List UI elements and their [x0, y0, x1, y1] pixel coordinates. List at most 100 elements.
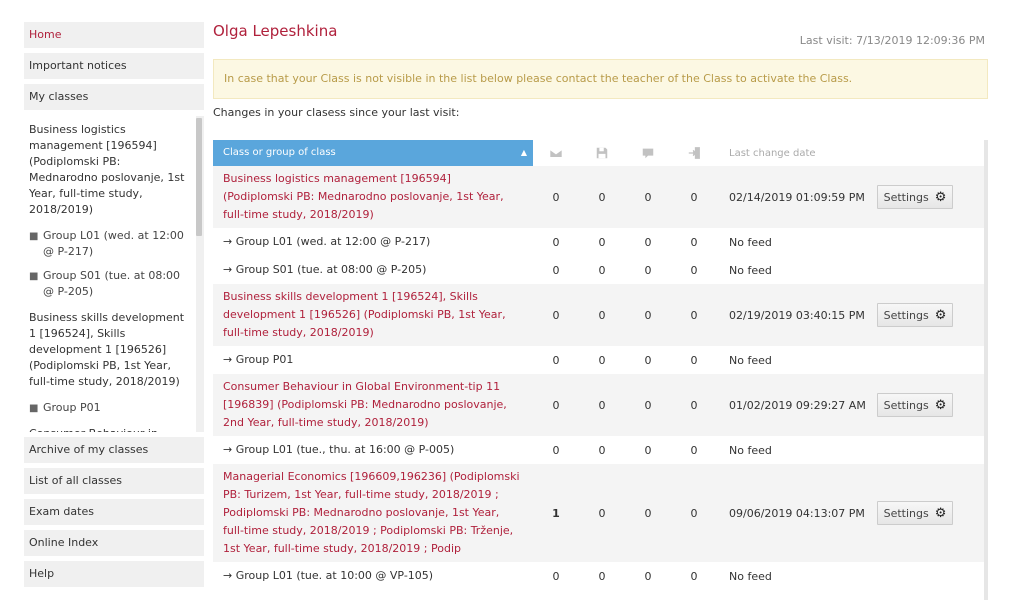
bullet-icon: ■: [29, 403, 39, 414]
grid-rows: Business logistics management [196594] (…: [213, 166, 986, 590]
bullet-icon: ■: [29, 271, 39, 282]
last-change-date: No feed: [729, 443, 772, 457]
sidebar-group-item[interactable]: ■ Group S01 (tue. at 08:00 @ P-205): [24, 264, 196, 304]
count-cell: 0: [552, 353, 560, 367]
actions-cell: Settings ⚙: [877, 303, 964, 327]
actions-cell: Settings ⚙: [877, 185, 964, 209]
sidebar-group-label: Group P01: [43, 401, 101, 414]
nav-exam-dates[interactable]: Exam dates: [24, 499, 204, 525]
settings-button[interactable]: Settings ⚙: [877, 185, 953, 209]
save-icon: [579, 146, 625, 160]
gear-icon: ⚙: [934, 189, 947, 205]
last-change-date: No feed: [729, 263, 772, 277]
group-label: → Group P01: [223, 353, 294, 366]
sidebar-scrollbar-thumb[interactable]: [196, 118, 202, 236]
count-cell: 0: [644, 569, 652, 583]
nav-important-notices[interactable]: Important notices: [24, 53, 204, 79]
count-cell: 0: [644, 190, 652, 204]
nav-list-all-classes[interactable]: List of all classes: [24, 468, 204, 494]
last-change-date: No feed: [729, 353, 772, 367]
nav-home[interactable]: Home: [24, 22, 204, 48]
settings-button[interactable]: Settings ⚙: [877, 303, 953, 327]
last-change-date: No feed: [729, 569, 772, 583]
settings-button[interactable]: Settings ⚙: [877, 393, 953, 417]
count-cell: 0: [690, 506, 698, 520]
count-cell: 0: [552, 569, 560, 583]
settings-button[interactable]: Settings ⚙: [877, 501, 953, 525]
count-cell: 0: [598, 398, 606, 412]
settings-label: Settings: [883, 190, 929, 204]
class-link[interactable]: Business skills development 1 [196524], …: [213, 284, 533, 346]
group-label: → Group L01 (wed. at 12:00 @ P-217): [223, 235, 431, 248]
nav-my-classes[interactable]: My classes: [24, 84, 204, 110]
count-cell: 0: [644, 263, 652, 277]
sidebar-class-item[interactable]: Business skills development 1 [196524], …: [24, 304, 196, 396]
nav-help[interactable]: Help: [24, 561, 204, 587]
group-row: → Group L01 (tue. at 10:00 @ VP-105) 0 0 0 0…: [213, 562, 986, 590]
sidebar-bottom-nav: Archive of my classes List of all classe…: [24, 437, 204, 592]
grid-header: Class or group of class ▲ Last change da…: [213, 140, 986, 166]
count-cell: 0: [552, 235, 560, 249]
group-label: → Group S01 (tue. at 08:00 @ P-205): [223, 263, 427, 276]
sidebar-group-label: Group L01 (wed. at 12:00 @ P-217): [43, 229, 184, 258]
count-cell: 0: [552, 263, 560, 277]
class-row: Business logistics management [196594] (…: [213, 166, 986, 228]
count-cell: 0: [598, 235, 606, 249]
settings-label: Settings: [883, 506, 929, 520]
sidebar-group-item[interactable]: ■ Group L01 (wed. at 12:00 @ P-217): [24, 224, 196, 264]
actions-cell: Settings ⚙: [877, 501, 964, 525]
last-visit: Last visit: 7/13/2019 12:09:36 PM: [799, 34, 985, 47]
count-cell: 0: [598, 190, 606, 204]
col-header-class-label: Class or group of class: [223, 147, 336, 158]
count-cell: 0: [644, 506, 652, 520]
class-link[interactable]: Business logistics management [196594] (…: [213, 166, 533, 228]
nav-online-index[interactable]: Online Index: [24, 530, 204, 556]
count-cell: 0: [598, 308, 606, 322]
count-cell: 0: [552, 443, 560, 457]
count-cell: 0: [598, 506, 606, 520]
envelope-icon: [533, 146, 579, 160]
last-change-date: No feed: [729, 235, 772, 249]
count-cell: 0: [598, 569, 606, 583]
last-change-date: 09/06/2019 04:13:07 PM: [729, 506, 865, 520]
group-row: → Group S01 (tue. at 08:00 @ P-205) 0 0 0 0 N…: [213, 256, 986, 284]
group-label: → Group L01 (tue., thu. at 16:00 @ P-005…: [223, 443, 455, 456]
gear-icon: ⚙: [934, 397, 947, 413]
count-cell: 0: [690, 353, 698, 367]
grid-scrollbar[interactable]: [984, 140, 988, 600]
count-cell: 0: [690, 398, 698, 412]
settings-label: Settings: [883, 308, 929, 322]
last-change-date: 02/14/2019 01:09:59 PM: [729, 190, 865, 204]
col-header-date: Last change date: [729, 147, 816, 159]
class-row: Business skills development 1 [196524], …: [213, 284, 986, 346]
count-cell: 0: [598, 353, 606, 367]
count-cell: 0: [690, 569, 698, 583]
count-cell: 0: [552, 398, 560, 412]
sidebar-group-item[interactable]: ■ Group P01: [24, 396, 196, 420]
nav-archive[interactable]: Archive of my classes: [24, 437, 204, 463]
count-cell: 0: [552, 190, 560, 204]
count-cell: 0: [644, 443, 652, 457]
class-link[interactable]: Managerial Economics [196609,196236] (Po…: [213, 464, 533, 562]
sidebar: Home Important notices My classes: [24, 22, 204, 115]
count-cell: 0: [690, 190, 698, 204]
sign-in-icon: [671, 146, 717, 160]
sidebar-class-item[interactable]: Consumer Behaviour in Global Environment…: [24, 420, 196, 432]
settings-label: Settings: [883, 398, 929, 412]
my-classes-list[interactable]: Business logistics management [196594] (…: [24, 116, 204, 432]
gear-icon: ⚙: [934, 307, 947, 323]
sidebar-class-item[interactable]: Business logistics management [196594] (…: [24, 116, 196, 224]
count-cell: 0: [644, 353, 652, 367]
changes-label: Changes in your clasess since your last …: [213, 106, 460, 119]
changes-grid: Class or group of class ▲ Last change da…: [213, 140, 986, 590]
last-change-date: 02/19/2019 03:40:15 PM: [729, 308, 865, 322]
count-cell: 0: [690, 263, 698, 277]
count-cell: 0: [598, 443, 606, 457]
class-link[interactable]: Consumer Behaviour in Global Environment…: [213, 374, 533, 436]
count-cell: 0: [644, 235, 652, 249]
count-cell: 0: [598, 263, 606, 277]
group-row: → Group L01 (tue., thu. at 16:00 @ P-005…: [213, 436, 986, 464]
count-cell: 0: [690, 443, 698, 457]
class-row: Managerial Economics [196609,196236] (Po…: [213, 464, 986, 562]
col-header-class[interactable]: Class or group of class ▲: [213, 140, 533, 166]
